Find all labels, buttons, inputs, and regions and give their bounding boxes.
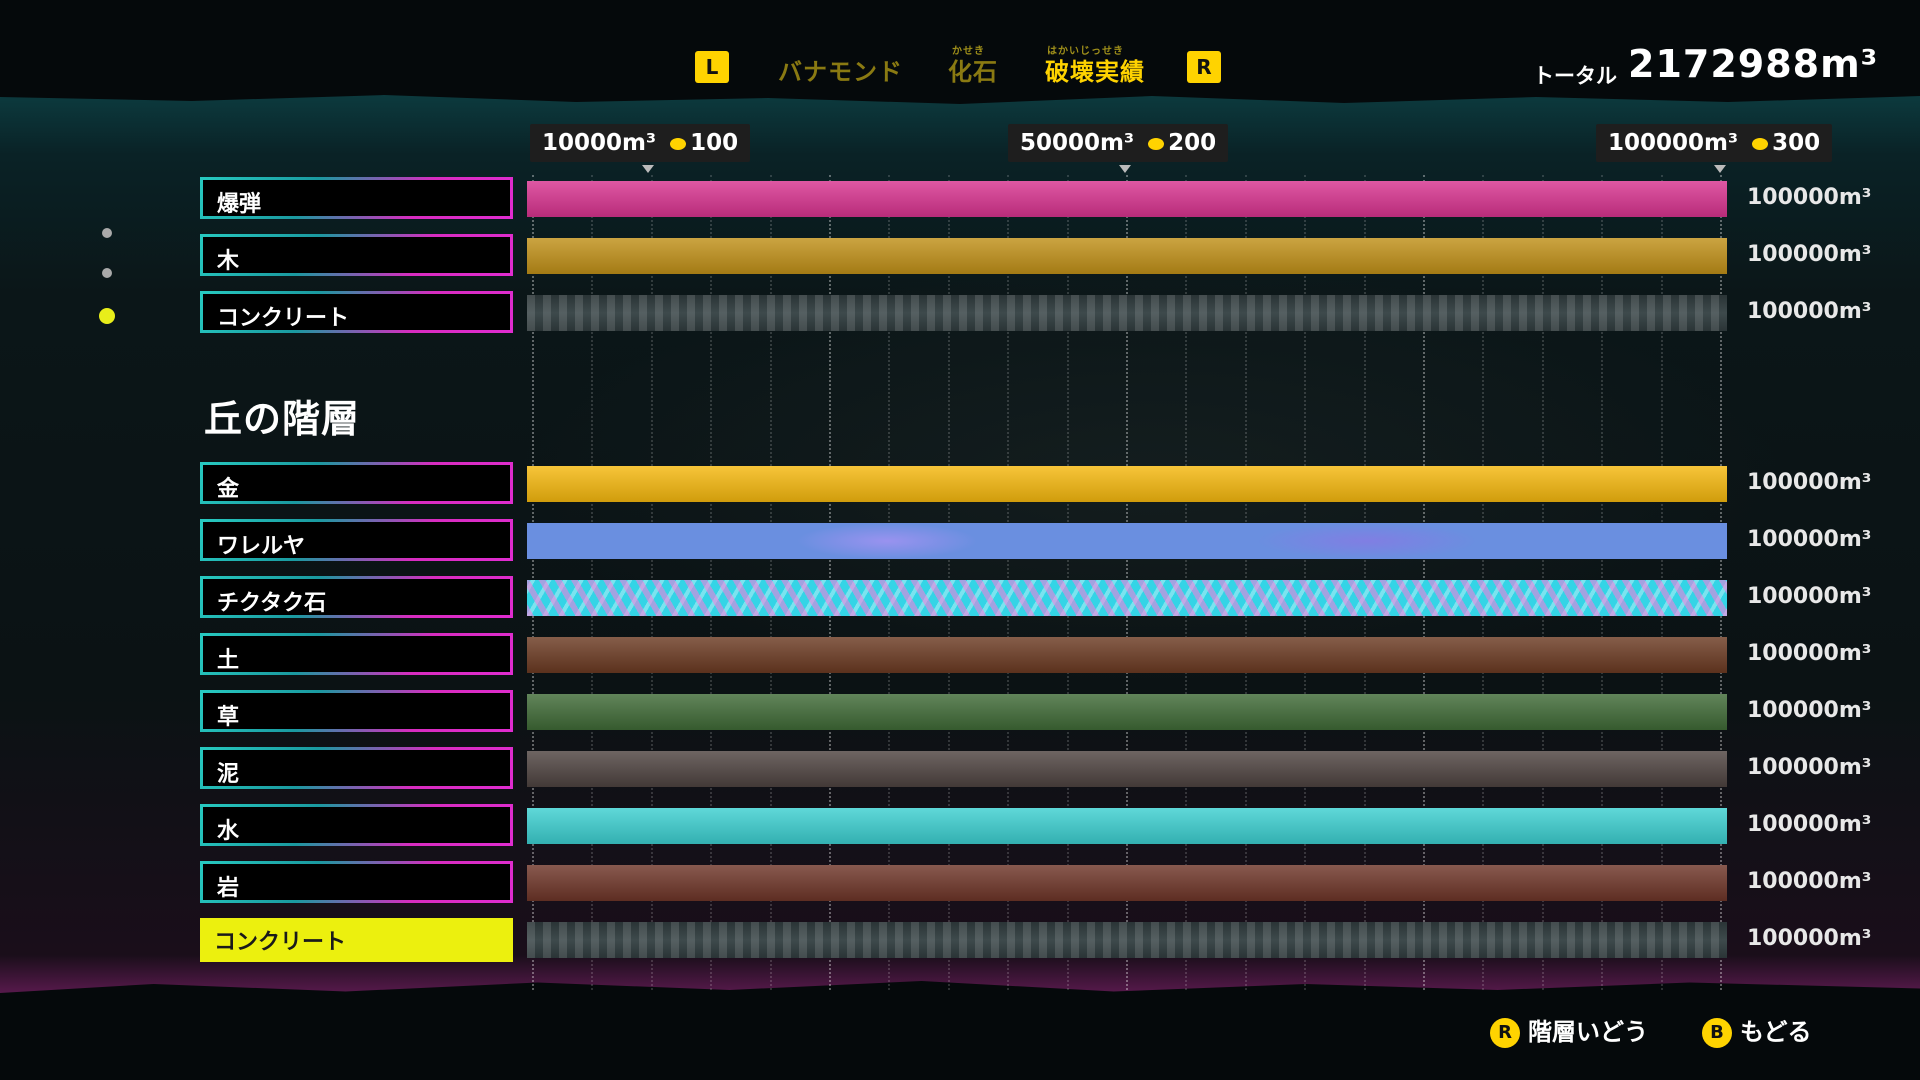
coin-icon <box>1148 137 1165 150</box>
bar-chikutaku-stone <box>527 580 1727 616</box>
row-label-water[interactable]: 水 <box>200 804 513 846</box>
row-label-text: 土 <box>217 648 240 673</box>
milestone-reward: 200 <box>1168 130 1217 156</box>
r-stick-icon: R <box>1490 1018 1520 1048</box>
row-label-text: チクタク石 <box>217 591 327 616</box>
milestone-volume: 50000m³ <box>1020 130 1135 156</box>
row-label-text: ワレルヤ <box>217 534 306 559</box>
row-label-gold[interactable]: 金 <box>200 462 513 504</box>
milestone-volume: 10000m³ <box>542 130 657 156</box>
bar-water <box>527 808 1727 844</box>
row-label-soil[interactable]: 土 <box>200 633 513 675</box>
bar-grass <box>527 694 1727 730</box>
row-value: 100000m³ <box>1747 299 1872 324</box>
r-button-icon[interactable]: R <box>1187 51 1221 83</box>
row-label-text: コンクリート <box>217 306 350 331</box>
tab-banamond[interactable]: バナモンド <box>778 52 903 87</box>
row-label-concrete-selected[interactable]: コンクリート <box>200 918 513 962</box>
move-layer-hint[interactable]: R 階層いどう <box>1490 1012 1648 1048</box>
milestone-marker <box>642 165 654 173</box>
b-button-icon: B <box>1702 1018 1732 1048</box>
row-label-grass[interactable]: 草 <box>200 690 513 732</box>
tab-destruction-record[interactable]: はかいじっせき 破壊実績 <box>1045 46 1145 87</box>
tab-fossils[interactable]: かせき 化石 <box>948 46 998 87</box>
row-label-mud[interactable]: 泥 <box>200 747 513 789</box>
milestone-marker <box>1119 165 1131 173</box>
bar-wood <box>527 238 1727 274</box>
row-value: 100000m³ <box>1747 641 1872 666</box>
coin-icon <box>670 137 687 150</box>
row-label-text: 金 <box>217 477 240 502</box>
move-layer-label: 階層いどう <box>1528 1018 1648 1046</box>
row-label-text: 岩 <box>217 876 240 901</box>
section-title: 丘の階層 <box>204 397 361 441</box>
tab-ruby: かせき <box>952 46 985 57</box>
milestone-marker <box>1714 165 1726 173</box>
bar-soil <box>527 637 1727 673</box>
milestone-50000: 50000m³ 200 <box>1008 124 1229 162</box>
milestone-reward: 300 <box>1772 130 1821 156</box>
row-label-text: 草 <box>217 705 240 730</box>
row-label-bomb[interactable]: 爆弾 <box>200 177 513 219</box>
tab-label: 化石 <box>948 58 998 86</box>
tab-label: 破壊実績 <box>1045 58 1145 86</box>
coin-icon <box>1752 137 1769 150</box>
tab-ruby: はかいじっせき <box>1047 46 1124 57</box>
page-dot <box>102 228 112 238</box>
row-label-text: 水 <box>217 819 240 844</box>
row-value: 100000m³ <box>1747 812 1872 837</box>
row-value: 100000m³ <box>1747 185 1872 210</box>
row-value: 100000m³ <box>1747 470 1872 495</box>
milestone-100000: 100000m³ 300 <box>1596 124 1833 162</box>
row-value: 100000m³ <box>1747 926 1872 951</box>
bar-concrete-selected <box>527 922 1727 958</box>
l-button-icon[interactable]: L <box>695 51 729 83</box>
row-label-text: コンクリート <box>214 930 347 955</box>
milestone-volume: 100000m³ <box>1608 130 1739 156</box>
row-label-wareruya[interactable]: ワレルヤ <box>200 519 513 561</box>
bar-mud <box>527 751 1727 787</box>
page-dot <box>102 268 112 278</box>
bar-rock <box>527 865 1727 901</box>
tab-label: バナモンド <box>778 58 903 86</box>
row-label-text: 木 <box>217 249 240 274</box>
row-value: 100000m³ <box>1747 755 1872 780</box>
milestone-10000: 10000m³ 100 <box>530 124 751 162</box>
bar-gold <box>527 466 1727 502</box>
row-label-concrete[interactable]: コンクリート <box>200 291 513 333</box>
total-value: 2172988m³ <box>1628 42 1879 86</box>
bar-wareruya <box>527 523 1727 559</box>
bar-bomb <box>527 181 1727 217</box>
row-label-text: 爆弾 <box>217 192 262 217</box>
row-value: 100000m³ <box>1747 584 1872 609</box>
total-label: トータル <box>1533 64 1617 88</box>
page-dot-active <box>99 308 115 324</box>
row-label-wood[interactable]: 木 <box>200 234 513 276</box>
row-value: 100000m³ <box>1747 698 1872 723</box>
row-value: 100000m³ <box>1747 242 1872 267</box>
milestone-reward: 100 <box>690 130 739 156</box>
row-value: 100000m³ <box>1747 869 1872 894</box>
back-hint[interactable]: B もどる <box>1702 1012 1812 1048</box>
back-label: もどる <box>1740 1018 1812 1046</box>
row-value: 100000m³ <box>1747 527 1872 552</box>
bar-concrete <box>527 295 1727 331</box>
row-label-chikutaku-stone[interactable]: チクタク石 <box>200 576 513 618</box>
row-label-text: 泥 <box>217 762 240 787</box>
row-label-rock[interactable]: 岩 <box>200 861 513 903</box>
